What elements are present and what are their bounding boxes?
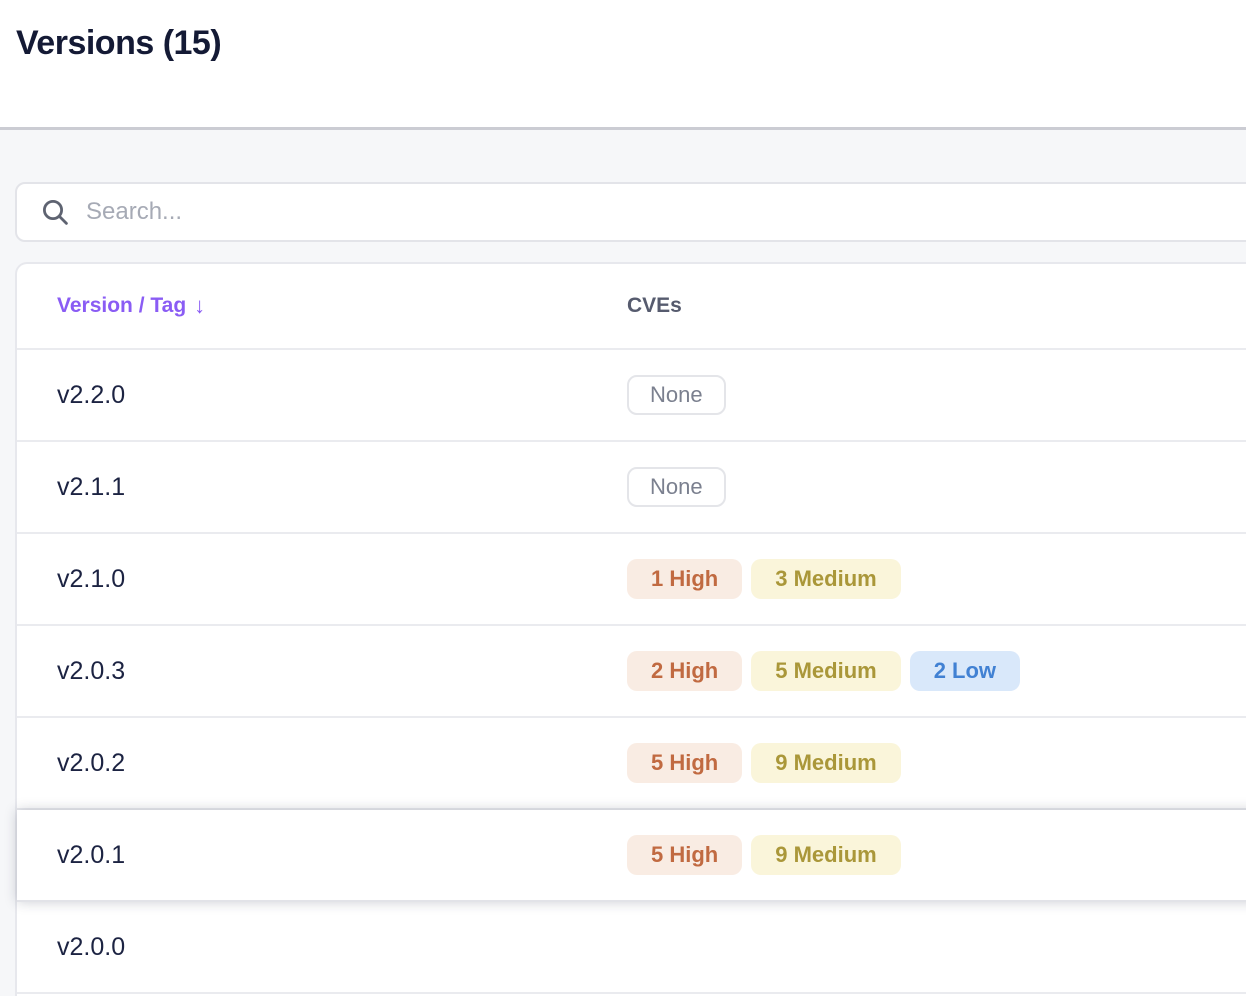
cve-badge-medium[interactable]: 5 Medium	[751, 651, 901, 691]
table-row[interactable]: v2.0.2 5 High 9 Medium	[17, 718, 1246, 810]
table-body: v2.2.0 None v2.1.1 None v2.1.0 1 High 3 M…	[17, 350, 1246, 994]
cve-badge-high[interactable]: 5 High	[627, 835, 743, 875]
table-header-row: Version / Tag ↓ CVEs	[17, 264, 1246, 350]
sort-descending-icon: ↓	[194, 293, 206, 318]
cves-header-label: CVEs	[627, 294, 682, 317]
row-version-label: v2.2.0	[57, 380, 126, 409]
row-cves-cell: None	[627, 467, 1246, 507]
row-version-label: v2.0.2	[57, 748, 126, 777]
row-version-label: v2.0.1	[57, 840, 126, 869]
column-header-cves: CVEs	[627, 294, 1246, 318]
page-title: Versions (15)	[16, 24, 222, 62]
table-row[interactable]: v2.1.0 1 High 3 Medium	[17, 534, 1246, 626]
cve-badge-none[interactable]: None	[627, 375, 726, 415]
cve-badge-low[interactable]: 2 Low	[909, 651, 1021, 691]
versions-table: Version / Tag ↓ CVEs v2.2.0 None v2.1.1 …	[15, 262, 1246, 996]
cve-badge-high[interactable]: 1 High	[627, 559, 743, 599]
row-version-label: v2.0.0	[57, 932, 126, 961]
search-input[interactable]	[86, 198, 1246, 226]
cve-badge-medium[interactable]: 3 Medium	[751, 559, 901, 599]
column-header-version-tag[interactable]: Version / Tag ↓	[17, 293, 627, 319]
page-header: Versions (15)	[0, 0, 1246, 127]
table-row[interactable]: v2.1.1 None	[17, 442, 1246, 534]
cve-badge-medium[interactable]: 9 Medium	[751, 743, 901, 783]
table-row[interactable]: v2.0.0	[17, 902, 1246, 994]
table-row[interactable]: v2.2.0 None	[17, 350, 1246, 442]
table-row[interactable]: v2.0.3 2 High 5 Medium 2 Low	[17, 626, 1246, 718]
row-version-label: v2.1.1	[57, 472, 126, 501]
version-tag-header-label: Version / Tag	[57, 294, 187, 317]
table-row[interactable]: v2.0.1 5 High 9 Medium	[17, 810, 1246, 902]
cve-badge-high[interactable]: 5 High	[627, 743, 743, 783]
search-box[interactable]	[15, 182, 1246, 242]
search-icon	[42, 199, 68, 225]
row-cves-cell: 5 High 9 Medium	[627, 743, 1246, 783]
row-version-label: v2.0.3	[57, 656, 126, 685]
row-cves-cell: 5 High 9 Medium	[627, 835, 1246, 875]
row-cves-cell: 1 High 3 Medium	[627, 559, 1246, 599]
content-area: Version / Tag ↓ CVEs v2.2.0 None v2.1.1 …	[0, 130, 1246, 996]
row-version-label: v2.1.0	[57, 564, 126, 593]
row-cves-cell: None	[627, 375, 1246, 415]
cve-badge-medium[interactable]: 9 Medium	[751, 835, 901, 875]
cve-badge-none[interactable]: None	[627, 467, 726, 507]
cve-badge-high[interactable]: 2 High	[627, 651, 743, 691]
row-cves-cell: 2 High 5 Medium 2 Low	[627, 651, 1246, 691]
